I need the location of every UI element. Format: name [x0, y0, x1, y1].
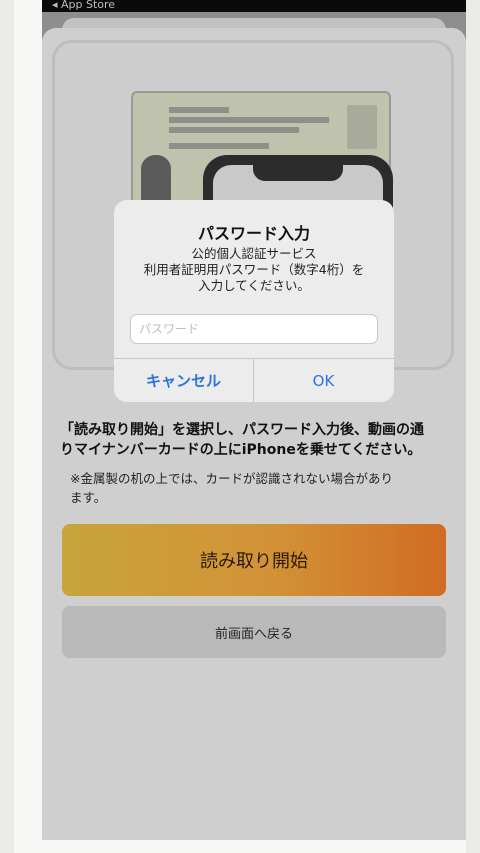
note-line: ※金属製の机の上では、カードが認識されない場合があり	[70, 471, 393, 486]
password-input[interactable]	[130, 314, 378, 344]
instruction-line: りマイナンバーカードの上にiPhoneを乗せてください。	[60, 442, 422, 458]
note-line: ます。	[70, 490, 107, 505]
password-alert-dialog: パスワード入力 公的個人認証サービス 利用者証明用パスワード（数字4桁）を 入力…	[114, 200, 394, 402]
dialog-message-line: 入力してください。	[198, 278, 310, 293]
dialog-message: 公的個人認証サービス 利用者証明用パスワード（数字4桁）を 入力してください。	[130, 246, 378, 294]
instruction-line: 「読み取り開始」を選択し、パスワード入力後、動画の通	[60, 422, 424, 438]
ok-button[interactable]: OK	[254, 359, 393, 402]
back-to-previous-button[interactable]: 前画面へ戻る	[62, 606, 446, 658]
cancel-button[interactable]: キャンセル	[114, 359, 253, 402]
dialog-title: パスワード入力	[197, 224, 310, 243]
app-store-back-link[interactable]: ◂ App Store	[52, 0, 115, 11]
status-bar: ◂ App Store	[42, 0, 466, 12]
card-photo-area	[347, 105, 377, 149]
instruction-text: 「読み取り開始」を選択し、パスワード入力後、動画の通 りマイナンバーカードの上に…	[60, 420, 456, 460]
device-frame: ◂ App Store 「読み取り開始」を選択し、パスワード入力後、動画の通 り…	[14, 0, 466, 853]
dialog-message-line: 公的個人認証サービス	[191, 246, 317, 261]
modal-sheet: 「読み取り開始」を選択し、パスワード入力後、動画の通 りマイナンバーカードの上に…	[42, 28, 466, 840]
dialog-message-line: 利用者証明用パスワード（数字4桁）を	[143, 262, 365, 277]
start-reading-button[interactable]: 読み取り開始	[62, 524, 446, 596]
screen: ◂ App Store 「読み取り開始」を選択し、パスワード入力後、動画の通 り…	[42, 0, 466, 840]
warning-note: ※金属製の机の上では、カードが認識されない場合があり ます。	[70, 469, 440, 507]
